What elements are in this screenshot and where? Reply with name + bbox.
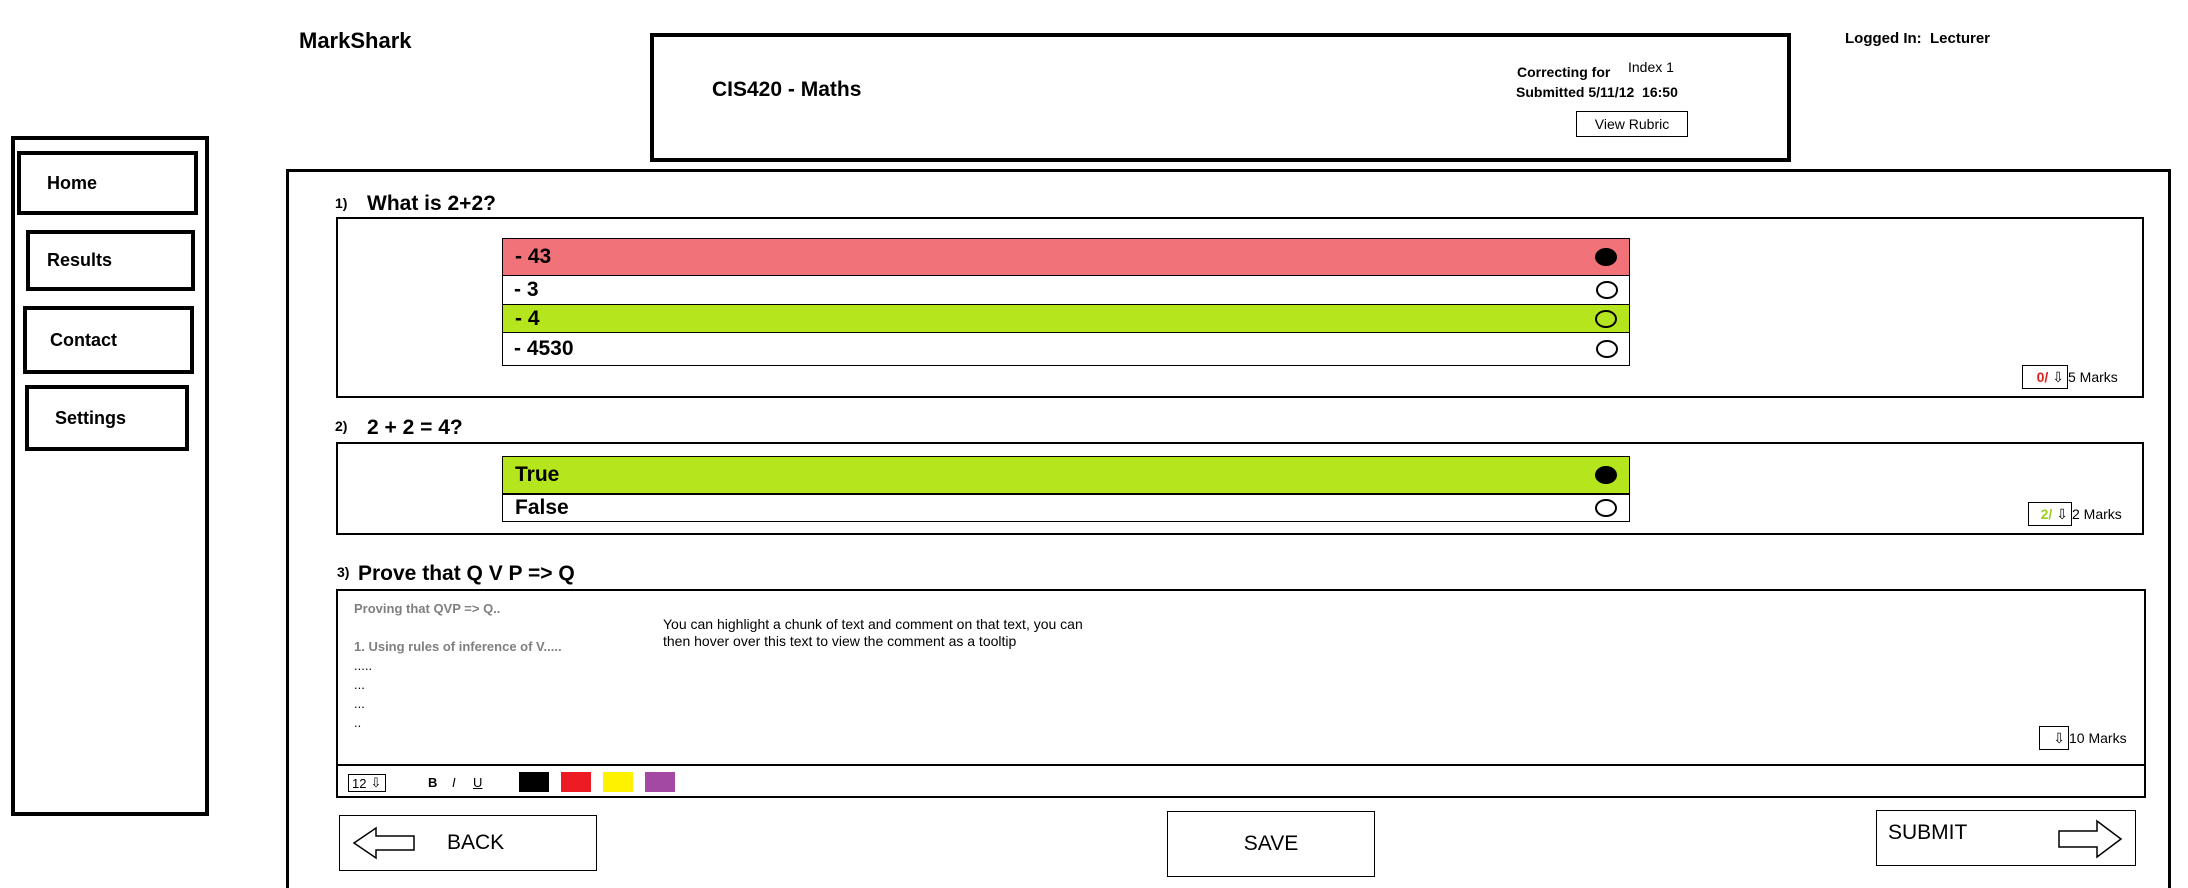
question-text: Prove that Q V P => Q — [358, 562, 575, 585]
answer-line: .. — [354, 715, 362, 730]
radio-empty-icon[interactable] — [1595, 309, 1617, 328]
question-text: 2 + 2 = 4? — [367, 416, 463, 439]
save-label: SAVE — [1243, 832, 1299, 855]
sidebar-item-label: Settings — [55, 407, 127, 428]
radio-empty-icon[interactable] — [1595, 499, 1617, 517]
underline-button[interactable]: U — [473, 775, 482, 790]
correcting-value: Index 1 — [1628, 59, 1674, 75]
answer-text[interactable]: Proving that QVP => Q.. 1. Using rules of… — [354, 599, 562, 732]
option-row[interactable]: True — [502, 456, 1630, 494]
answer-textarea[interactable] — [336, 589, 2146, 766]
view-rubric-button[interactable]: View Rubric — [1576, 111, 1688, 137]
marks-field: 2/ ⇩ 2 Marks — [2028, 502, 2122, 526]
sidebar-item-label: Results — [47, 250, 113, 270]
course-title: CIS420 - Maths — [712, 78, 862, 101]
annotation-hint: You can highlight a chunk of text and co… — [663, 616, 1083, 649]
option-row[interactable]: - 43 — [502, 238, 1630, 276]
down-arrow-icon: ⇩ — [2056, 505, 2068, 522]
submit-button[interactable]: SUBMIT — [1876, 810, 2136, 866]
score-stepper[interactable]: ⇩ — [2039, 726, 2069, 750]
option-label: False — [515, 496, 569, 519]
font-size-select[interactable]: 12 ⇩ — [348, 774, 386, 792]
radio-filled-icon[interactable] — [1595, 466, 1617, 484]
option-label: - 4 — [515, 306, 540, 330]
marks-total: 10 Marks — [2069, 730, 2127, 746]
score-value: 0/ — [2036, 369, 2049, 385]
save-button[interactable]: SAVE — [1167, 811, 1375, 877]
radio-empty-icon[interactable] — [1596, 340, 1618, 358]
color-swatch-yellow[interactable] — [603, 772, 633, 792]
sidebar-item-label: Home — [47, 172, 98, 193]
question-text: What is 2+2? — [367, 192, 496, 215]
question-number: 3) — [337, 564, 350, 580]
sidebar-item-home[interactable]: Home — [17, 151, 198, 215]
option-row[interactable]: False — [502, 494, 1630, 522]
score-stepper[interactable]: 2/ ⇩ — [2028, 502, 2072, 526]
italic-button[interactable]: I — [452, 775, 456, 790]
score-stepper[interactable]: 0/ ⇩ — [2022, 365, 2068, 389]
back-button[interactable]: BACK — [339, 815, 597, 871]
option-row[interactable]: - 3 — [502, 276, 1630, 304]
bold-button[interactable]: B — [428, 775, 437, 790]
sidebar-item-results[interactable]: Results — [26, 230, 195, 291]
sidebar-item-settings[interactable]: Settings — [25, 385, 189, 451]
answer-line: ... — [354, 696, 365, 711]
color-swatch-purple[interactable] — [645, 772, 675, 792]
down-arrow-icon: ⇩ — [370, 775, 382, 790]
logged-in-status: Logged In: Lecturer — [1845, 30, 1991, 47]
radio-filled-icon[interactable] — [1595, 248, 1617, 266]
down-arrow-icon: ⇩ — [2052, 368, 2064, 385]
question-number: 1) — [335, 195, 348, 211]
answer-line — [354, 618, 562, 637]
sidebar-item-label: Contact — [50, 329, 117, 350]
question-number: 2) — [335, 418, 348, 434]
option-label: True — [515, 463, 560, 486]
option-label: - 3 — [514, 278, 539, 301]
right-arrow-icon — [2058, 819, 2123, 859]
submitted-timestamp: Submitted 5/11/12 16:50 — [1516, 84, 1678, 100]
answer-line: ... — [354, 677, 365, 692]
option-row[interactable]: - 4 — [502, 304, 1630, 333]
answer-line: ..... — [354, 658, 373, 673]
back-label: BACK — [447, 831, 505, 854]
score-value: 2/ — [2040, 506, 2053, 522]
submit-label: SUBMIT — [1888, 821, 1968, 844]
marks-field: 0/ ⇩ 5 Marks — [2022, 365, 2118, 389]
left-arrow-icon — [352, 826, 415, 860]
marks-total: 5 Marks — [2068, 369, 2118, 385]
color-swatch-black[interactable] — [519, 772, 549, 792]
answer-line: Proving that QVP => Q.. — [354, 601, 501, 616]
app-title: MarkShark — [299, 28, 412, 53]
down-arrow-icon: ⇩ — [2053, 729, 2065, 746]
font-size-value: 12 — [352, 775, 367, 791]
answer-line: 1. Using rules of inference of V..... — [354, 639, 562, 654]
option-row[interactable]: - 4530 — [502, 333, 1630, 365]
marks-field: ⇩ 10 Marks — [2039, 726, 2127, 750]
correcting-label: Correcting for — [1517, 64, 1611, 80]
option-label: - 43 — [515, 245, 552, 268]
option-label: - 4530 — [514, 337, 574, 360]
sidebar-item-contact[interactable]: Contact — [23, 306, 194, 374]
radio-empty-icon[interactable] — [1596, 281, 1618, 299]
color-swatch-red[interactable] — [561, 772, 591, 792]
marks-total: 2 Marks — [2072, 506, 2122, 522]
